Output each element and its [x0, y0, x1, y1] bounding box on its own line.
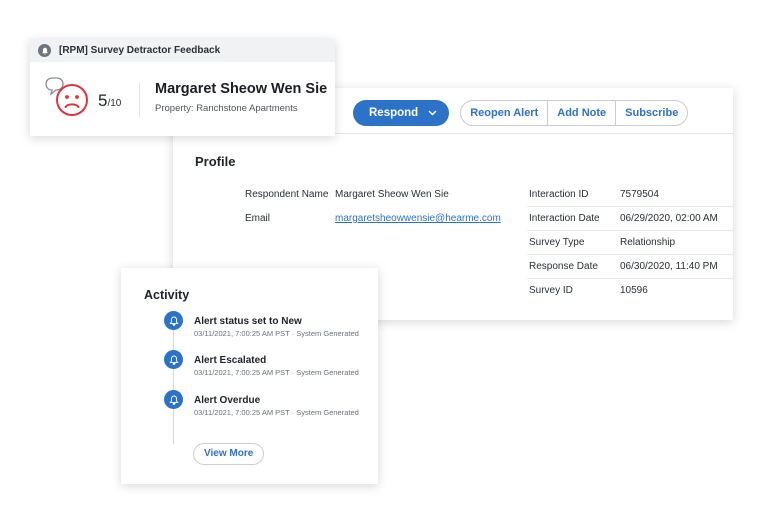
activity-event-meta: 03/11/2021, 7:00:25 AM PST · System Gene… — [194, 368, 359, 377]
response-date-label: Response Date — [529, 261, 598, 272]
row-divider — [527, 254, 733, 255]
interaction-id-value: 7579504 — [620, 189, 659, 200]
respond-button-label: Respond — [369, 107, 419, 119]
alert-toolbar: Respond Reopen Alert Add Note Subscribe — [353, 100, 689, 126]
alert-summary-card: [RPM] Survey Detractor Feedback 5/10 Mar… — [30, 39, 335, 136]
timeline-line — [173, 316, 174, 444]
sad-face-icon — [44, 74, 92, 118]
row-divider — [527, 230, 733, 231]
respondent-name-value: Margaret Sheow Wen Sie — [335, 189, 449, 200]
profile-title: Profile — [195, 154, 236, 169]
bell-icon — [164, 390, 183, 409]
vertical-divider — [139, 82, 140, 118]
response-date-value: 06/30/2020, 11:40 PM — [620, 261, 718, 272]
add-note-button[interactable]: Add Note — [547, 101, 615, 125]
bell-icon — [164, 350, 183, 369]
activity-card: Activity Alert status set to New 03/11/2… — [121, 268, 378, 484]
activity-event-meta: 03/11/2021, 7:00:25 AM PST · System Gene… — [194, 329, 359, 338]
activity-event-title: Alert Escalated — [194, 355, 267, 366]
action-button-group: Reopen Alert Add Note Subscribe — [460, 100, 689, 126]
alert-header-title: [RPM] Survey Detractor Feedback — [59, 45, 221, 56]
email-label: Email — [245, 213, 271, 224]
activity-event-meta: 03/11/2021, 7:00:25 AM PST · System Gene… — [194, 408, 359, 417]
customer-name: Margaret Sheow Wen Sie — [155, 81, 328, 97]
activity-event-title: Alert Overdue — [194, 395, 261, 406]
view-more-button[interactable]: View More — [193, 443, 265, 465]
score: 5/10 — [98, 91, 121, 111]
activity-title: Activity — [144, 288, 190, 302]
activity-event-title: Alert status set to New — [194, 316, 302, 327]
bell-icon — [38, 44, 51, 57]
interaction-date-value: 06/29/2020, 02:00 AM — [620, 213, 718, 224]
survey-type-value: Relationship — [620, 237, 676, 248]
survey-id-value: 10596 — [620, 285, 648, 296]
property-value: Ranchstone Apartments — [196, 103, 298, 114]
respond-button[interactable]: Respond — [353, 100, 450, 126]
row-divider — [527, 206, 733, 207]
property-info: Property: Ranchstone Apartments — [155, 103, 298, 114]
score-total: /10 — [107, 98, 122, 109]
survey-type-label: Survey Type — [529, 237, 585, 248]
email-link[interactable]: margaretsheowwensie@hearme.com — [335, 213, 501, 224]
interaction-date-label: Interaction Date — [529, 213, 600, 224]
interaction-id-label: Interaction ID — [529, 189, 589, 200]
reopen-alert-button[interactable]: Reopen Alert — [461, 101, 547, 125]
chevron-down-icon — [428, 108, 437, 118]
alert-header: [RPM] Survey Detractor Feedback — [30, 39, 335, 62]
survey-id-label: Survey ID — [529, 285, 573, 296]
subscribe-button[interactable]: Subscribe — [615, 101, 687, 125]
property-label: Property: — [155, 103, 194, 114]
bell-icon — [164, 311, 183, 330]
respondent-name-label: Respondent Name — [245, 189, 329, 200]
row-divider — [527, 278, 733, 279]
